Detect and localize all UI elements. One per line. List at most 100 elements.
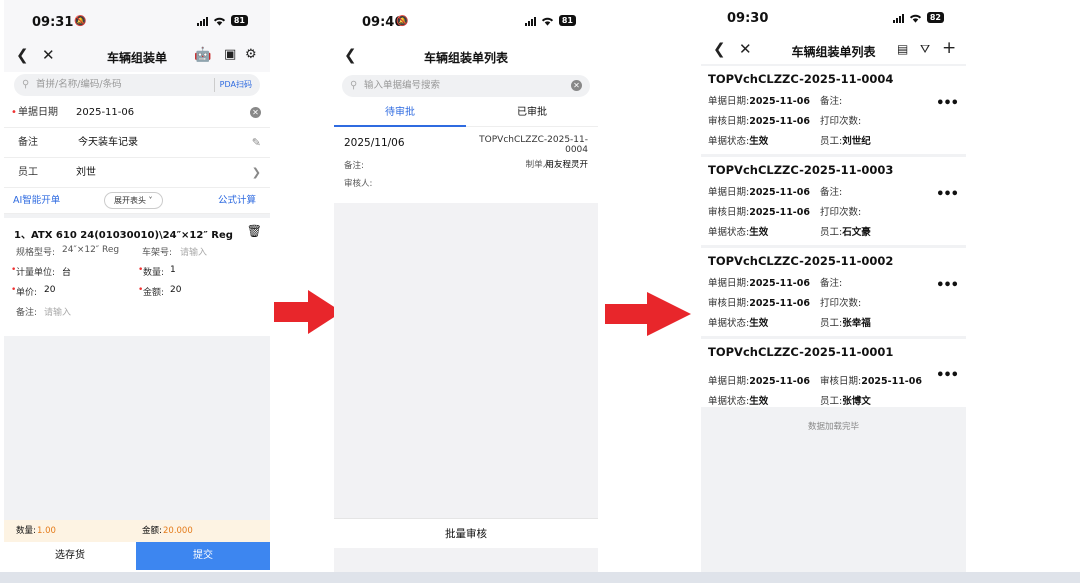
spec-value: 24″×12″ Reg: [62, 245, 120, 255]
date-row[interactable]: • 单据日期 2025-11-06 ✕: [4, 98, 270, 128]
add-icon[interactable]: +: [942, 40, 956, 57]
action-bar: 选存货 提交: [4, 542, 270, 570]
toolbar: AI智能开单 展开表头 ˅ 公式计算: [4, 188, 270, 214]
unit-label: 计量单位:: [16, 268, 56, 278]
employee-value[interactable]: 刘世: [76, 158, 96, 188]
mute-bell-icon: 🔕: [396, 16, 409, 27]
sum-qty-label: 数量:: [16, 526, 36, 536]
list-item[interactable]: TOPVchCLZZC-2025-11-0001 单据日期:2025-11-06 审…: [701, 339, 966, 407]
note-value[interactable]: 今天装车记录: [78, 128, 138, 158]
unit-value[interactable]: 台: [62, 265, 71, 278]
employee-row[interactable]: 员工 刘世 ❯: [4, 158, 270, 188]
field-value: 2025-11-06: [749, 116, 810, 127]
phone-screen-assembly-form: 09:31 🔕 81 ❮ ✕ 车辆组装单 🤖 ▣ ⚙ ⚲ 首拼/名称/编码/条码 …: [4, 0, 270, 572]
field: 打印次数:: [820, 204, 861, 218]
nav-bar: ❮ ✕ 车辆组装单 🤖 ▣ ⚙: [4, 42, 270, 72]
submit-button[interactable]: 提交: [136, 542, 270, 570]
status-time: 09:30: [727, 11, 769, 26]
employee-label: 员工: [18, 167, 38, 178]
list-item[interactable]: TOPVchCLZZC-2025-11-0002 单据日期:2025-11-06 备…: [701, 248, 966, 336]
batch-approve-button[interactable]: 批量审核: [334, 518, 598, 548]
field-value: 石文豪: [842, 227, 871, 238]
amount-value[interactable]: 20: [170, 285, 181, 295]
report-doc-icon[interactable]: ▤: [897, 40, 908, 58]
trash-icon[interactable]: 🗑: [247, 224, 262, 238]
doc-code: TOPVchCLZZC-2025-11-0001: [708, 345, 894, 359]
search-input[interactable]: ⚲ 首拼/名称/编码/条码 PDA扫码: [14, 74, 260, 96]
robot-assistant-icon[interactable]: 🤖: [194, 46, 211, 64]
list-item[interactable]: 2025/11/06 TOPVchCLZZC-2025-11- 0004 备注: …: [334, 127, 598, 203]
field-label: 员工:: [820, 227, 843, 238]
field-label: 单据状态:: [708, 396, 750, 407]
field-label: 打印次数:: [820, 207, 862, 218]
field-value: 张幸福: [842, 318, 871, 329]
clear-icon[interactable]: ✕: [250, 107, 261, 118]
memo-input[interactable]: 请输入: [44, 305, 71, 318]
sum-qty: 1.00: [37, 526, 56, 536]
formula-calc-button[interactable]: 公式计算: [218, 188, 256, 214]
scan-icon[interactable]: ▣: [224, 46, 236, 64]
field-label: 打印次数:: [820, 298, 862, 309]
clear-icon[interactable]: ✕: [571, 80, 582, 91]
rack-input[interactable]: 请输入: [180, 245, 207, 258]
field-label: 备注:: [820, 96, 843, 107]
field: 单据状态:生效: [708, 133, 768, 147]
summary-bar: 数量: 1.00 金额: 20.000: [4, 520, 270, 542]
more-icon[interactable]: •••: [936, 187, 959, 202]
battery-icon: 82: [926, 12, 944, 23]
status-bar: 09:46 🔕 81: [334, 0, 598, 42]
more-icon[interactable]: •••: [936, 96, 959, 111]
list-item[interactable]: TOPVchCLZZC-2025-11-0003 单据日期:2025-11-06 备…: [701, 157, 966, 245]
field-value: 2025-11-06: [749, 376, 810, 387]
memo-label: 备注:: [16, 308, 38, 318]
wifi-icon: [541, 17, 553, 26]
settings-doc-icon[interactable]: ⚙: [245, 46, 257, 64]
tab-pending[interactable]: 待审批: [334, 99, 466, 127]
required-mark: •: [11, 107, 17, 118]
price-value[interactable]: 20: [44, 285, 55, 295]
pick-stock-button[interactable]: 选存货: [4, 542, 136, 570]
field: 单据状态:生效: [708, 224, 768, 238]
qty-label: 数量:: [143, 268, 165, 278]
search-icon: ⚲: [22, 79, 30, 90]
qty-value[interactable]: 1: [170, 265, 176, 275]
edit-icon[interactable]: ✎: [252, 128, 261, 158]
field: 单据日期:2025-11-06: [708, 93, 810, 107]
field-value: 2025-11-06: [749, 207, 810, 218]
expand-header-button[interactable]: 展开表头 ˅: [104, 192, 163, 209]
search-placeholder: 输入单据编号搜索: [364, 80, 441, 91]
signal-icon: [892, 13, 904, 23]
field: 单据日期:2025-11-06: [708, 373, 810, 387]
doc-code: TOPVchCLZZC-2025-11-0002: [708, 254, 894, 268]
filter-icon[interactable]: ⛛: [920, 40, 930, 58]
list-item[interactable]: TOPVchCLZZC-2025-11-0004 单据日期:2025-11-06 备…: [701, 66, 966, 154]
field-value: 2025-11-06: [749, 96, 810, 107]
mute-bell-icon: 🔕: [74, 16, 87, 27]
field-label: 单据状态:: [708, 136, 750, 147]
note-label: 备注: [18, 137, 38, 148]
field: 审核日期:2025-11-06: [820, 373, 922, 387]
field-value: 2025-11-06: [749, 278, 810, 289]
field-label: 单据日期:: [708, 376, 750, 387]
field-value: 2025-11-06: [749, 298, 810, 309]
more-icon[interactable]: •••: [936, 368, 959, 383]
date-value[interactable]: 2025-11-06: [76, 98, 134, 128]
field-value: 生效: [749, 227, 769, 238]
search-input[interactable]: ⚲ 输入单据编号搜索 ✕: [342, 75, 590, 97]
field-label: 审核日期:: [708, 298, 750, 309]
doc-code-line2: 0004: [565, 145, 588, 155]
tab-bar: 待审批 已审批: [334, 99, 598, 127]
wifi-icon: [909, 14, 921, 23]
field: 备注:: [820, 275, 842, 289]
field: 审核日期:2025-11-06: [708, 295, 810, 309]
note-row[interactable]: 备注 今天装车记录 ✎: [4, 128, 270, 158]
line-item-card[interactable]: 1、ATX 610 24(01030010)\24″×12″ Reg 🗑 规格型…: [4, 218, 270, 336]
tab-approved[interactable]: 已审批: [466, 99, 598, 127]
price-label: 单价:: [16, 288, 38, 298]
ai-order-button[interactable]: AI智能开单: [13, 188, 60, 214]
field-value: 刘世纪: [842, 136, 871, 147]
more-icon[interactable]: •••: [936, 278, 959, 293]
field-label: 打印次数:: [820, 116, 862, 127]
pda-scan-button[interactable]: PDA扫码: [213, 78, 252, 92]
field: 审核日期:2025-11-06: [708, 113, 810, 127]
